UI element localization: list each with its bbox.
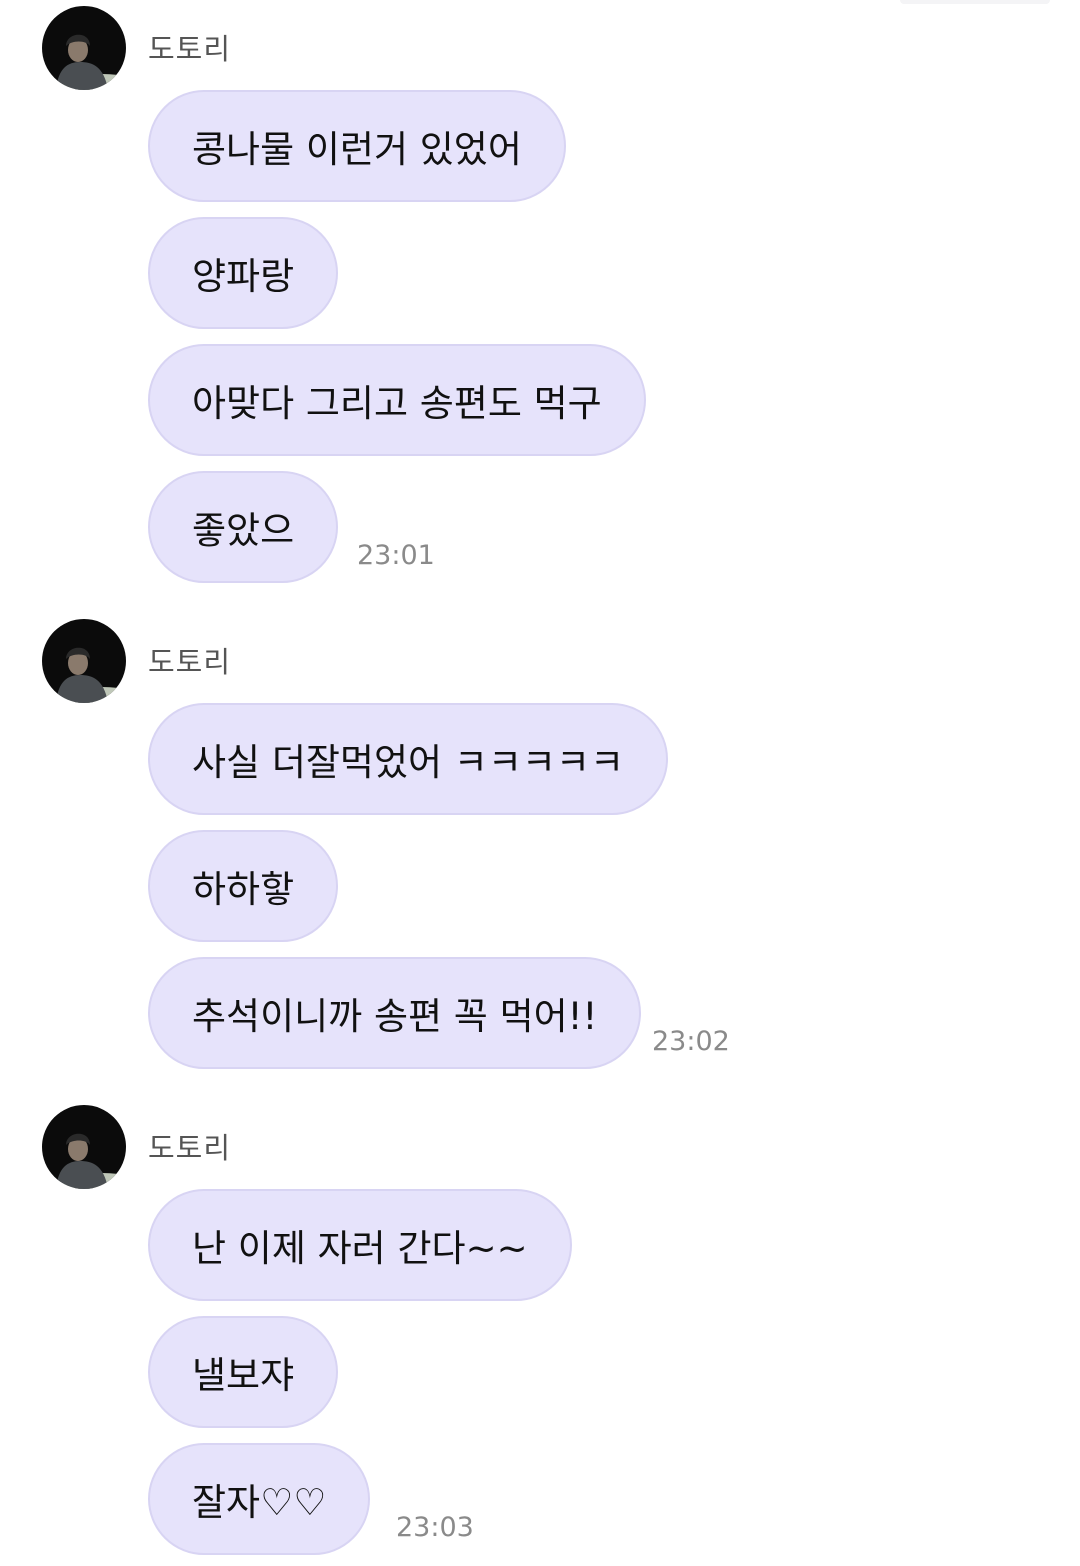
message-bubble[interactable]: 하하핳 [148,830,339,942]
message-bubble[interactable]: 잘자♡♡ [148,1443,371,1555]
message-bubble[interactable]: 아맞다 그리고 송편도 먹구 [148,344,646,456]
message-bubble[interactable]: 추석이니까 송편 꼭 먹어!! [148,957,642,1069]
sender-name: 도토리 [148,1131,232,1165]
avatar[interactable] [42,6,126,90]
sender-name: 도토리 [148,645,232,679]
message-bubble[interactable]: 콩나물 이런거 있었어 [148,90,566,202]
avatar[interactable] [42,619,126,703]
sender-name: 도토리 [148,32,232,66]
message-timestamp: 23:03 [396,1512,474,1543]
top-edge [900,0,1050,4]
message-bubble[interactable]: 낼보쟈 [148,1316,339,1428]
chat-screen: 도토리 콩나물 이런거 있었어 양파랑 아맞다 그리고 송편도 먹구 좋았으 2… [0,0,1080,1566]
avatar-photo-icon [42,6,126,90]
message-bubble[interactable]: 좋았으 [148,471,339,583]
message-bubble[interactable]: 난 이제 자러 간다~~ [148,1189,572,1301]
message-bubble[interactable]: 사실 더잘먹었어 ㅋㅋㅋㅋㅋ [148,703,669,815]
avatar-photo-icon [42,1105,126,1189]
avatar-photo-icon [42,619,126,703]
message-bubble[interactable]: 양파랑 [148,217,339,329]
message-timestamp: 23:02 [652,1026,730,1057]
message-timestamp: 23:01 [357,540,435,571]
avatar[interactable] [42,1105,126,1189]
